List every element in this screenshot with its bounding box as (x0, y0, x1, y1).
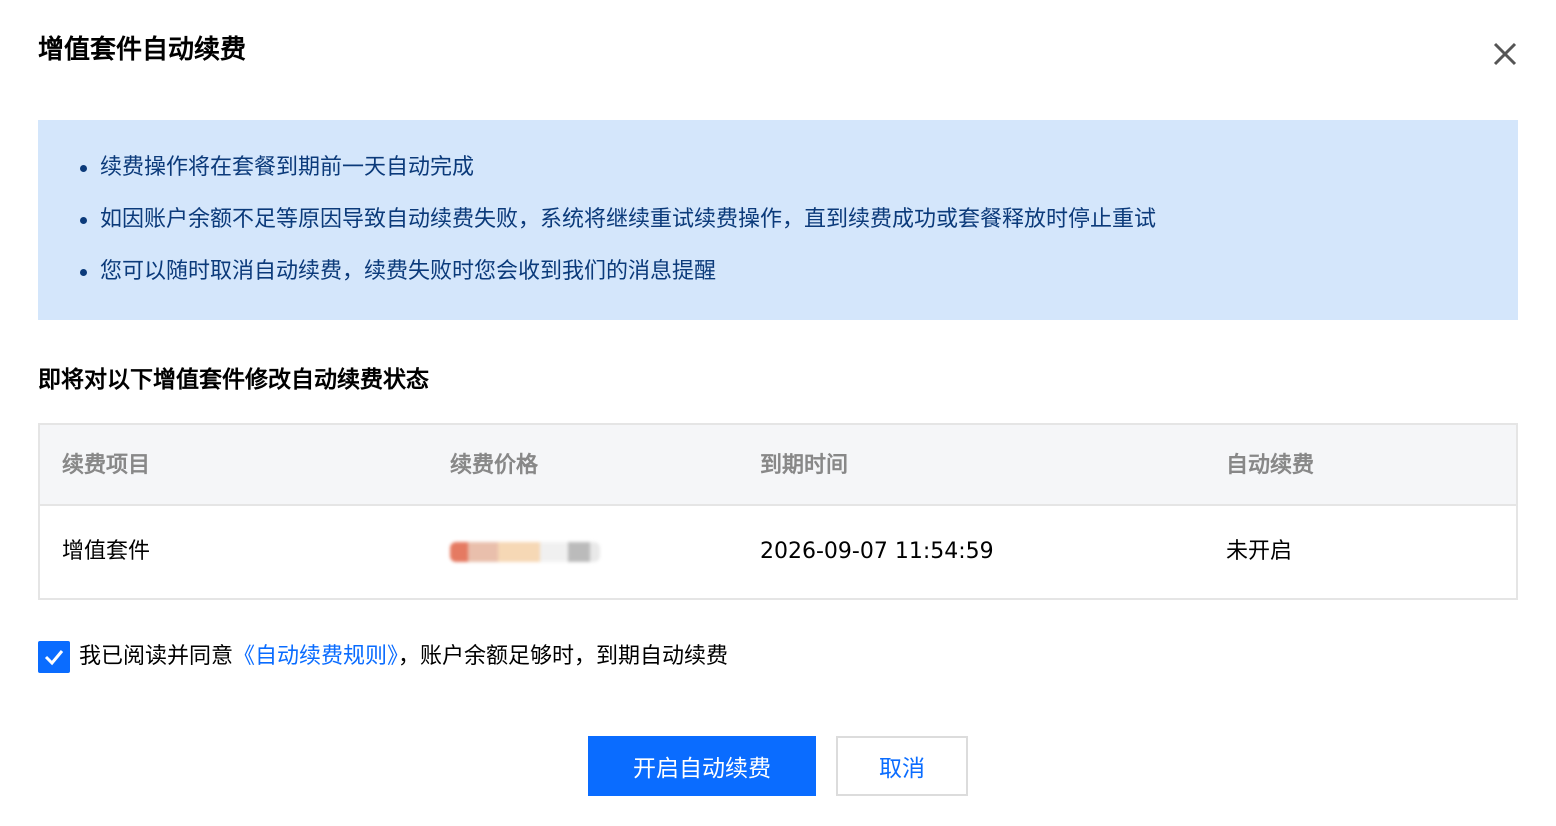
table-header: 续费项目 续费价格 到期时间 自动续费 (40, 425, 1516, 506)
bullet-icon (80, 217, 87, 224)
bullet-icon (80, 165, 87, 172)
check-icon (44, 650, 64, 666)
header-expire: 到期时间 (760, 453, 849, 478)
notice-item: 您可以随时取消自动续费，续费失败时您会收到我们的消息提醒 (78, 254, 1518, 306)
enable-auto-renew-button[interactable]: 开启自动续费 (588, 736, 816, 796)
section-title: 即将对以下增值套件修改自动续费状态 (38, 367, 429, 393)
notice-list: 续费操作将在套餐到期前一天自动完成 如因账户余额不足等原因导致自动续费失败，系统… (78, 150, 1518, 306)
header-auto-renew: 自动续费 (1226, 453, 1315, 478)
renew-table: 续费项目 续费价格 到期时间 自动续费 增值套件 2026-09-07 11:5… (38, 423, 1518, 600)
notice-item-text: 续费操作将在套餐到期前一天自动完成 (100, 155, 475, 180)
table-row: 增值套件 2026-09-07 11:54:59 未开启 (40, 506, 1516, 598)
agreement-row: 我已阅读并同意《自动续费规则》，账户余额足够时，到期自动续费 (38, 640, 728, 674)
cell-expire: 2026-09-07 11:54:59 (760, 539, 994, 564)
auto-renew-dialog: 增值套件自动续费 续费操作将在套餐到期前一天自动完成 如因账户余额不足等原因导致… (0, 0, 1556, 826)
cell-auto-renew: 未开启 (1226, 539, 1293, 564)
agreement-suffix: ，账户余额足够时，到期自动续费 (398, 644, 729, 669)
auto-renew-rules-link[interactable]: 《自动续费规则》 (233, 644, 398, 669)
cell-item: 增值套件 (62, 539, 151, 564)
notice-item: 如因账户余额不足等原因导致自动续费失败，系统将继续重试续费操作，直到续费成功或套… (78, 202, 1518, 254)
close-icon[interactable] (1489, 38, 1521, 70)
dialog-title: 增值套件自动续费 (38, 35, 247, 65)
notice-item: 续费操作将在套餐到期前一天自动完成 (78, 150, 1518, 202)
header-price: 续费价格 (450, 453, 539, 478)
header-item: 续费项目 (62, 453, 151, 478)
notice-item-text: 您可以随时取消自动续费，续费失败时您会收到我们的消息提醒 (100, 259, 717, 284)
bullet-icon (80, 269, 87, 276)
agreement-prefix: 我已阅读并同意 (79, 644, 234, 669)
notice-box: 续费操作将在套餐到期前一天自动完成 如因账户余额不足等原因导致自动续费失败，系统… (38, 120, 1518, 320)
cell-price-redacted (450, 542, 600, 562)
notice-item-text: 如因账户余额不足等原因导致自动续费失败，系统将继续重试续费操作，直到续费成功或套… (100, 207, 1157, 232)
cancel-button[interactable]: 取消 (836, 736, 968, 796)
agreement-text: 我已阅读并同意《自动续费规则》，账户余额足够时，到期自动续费 (79, 640, 728, 674)
agreement-checkbox[interactable] (38, 641, 70, 673)
